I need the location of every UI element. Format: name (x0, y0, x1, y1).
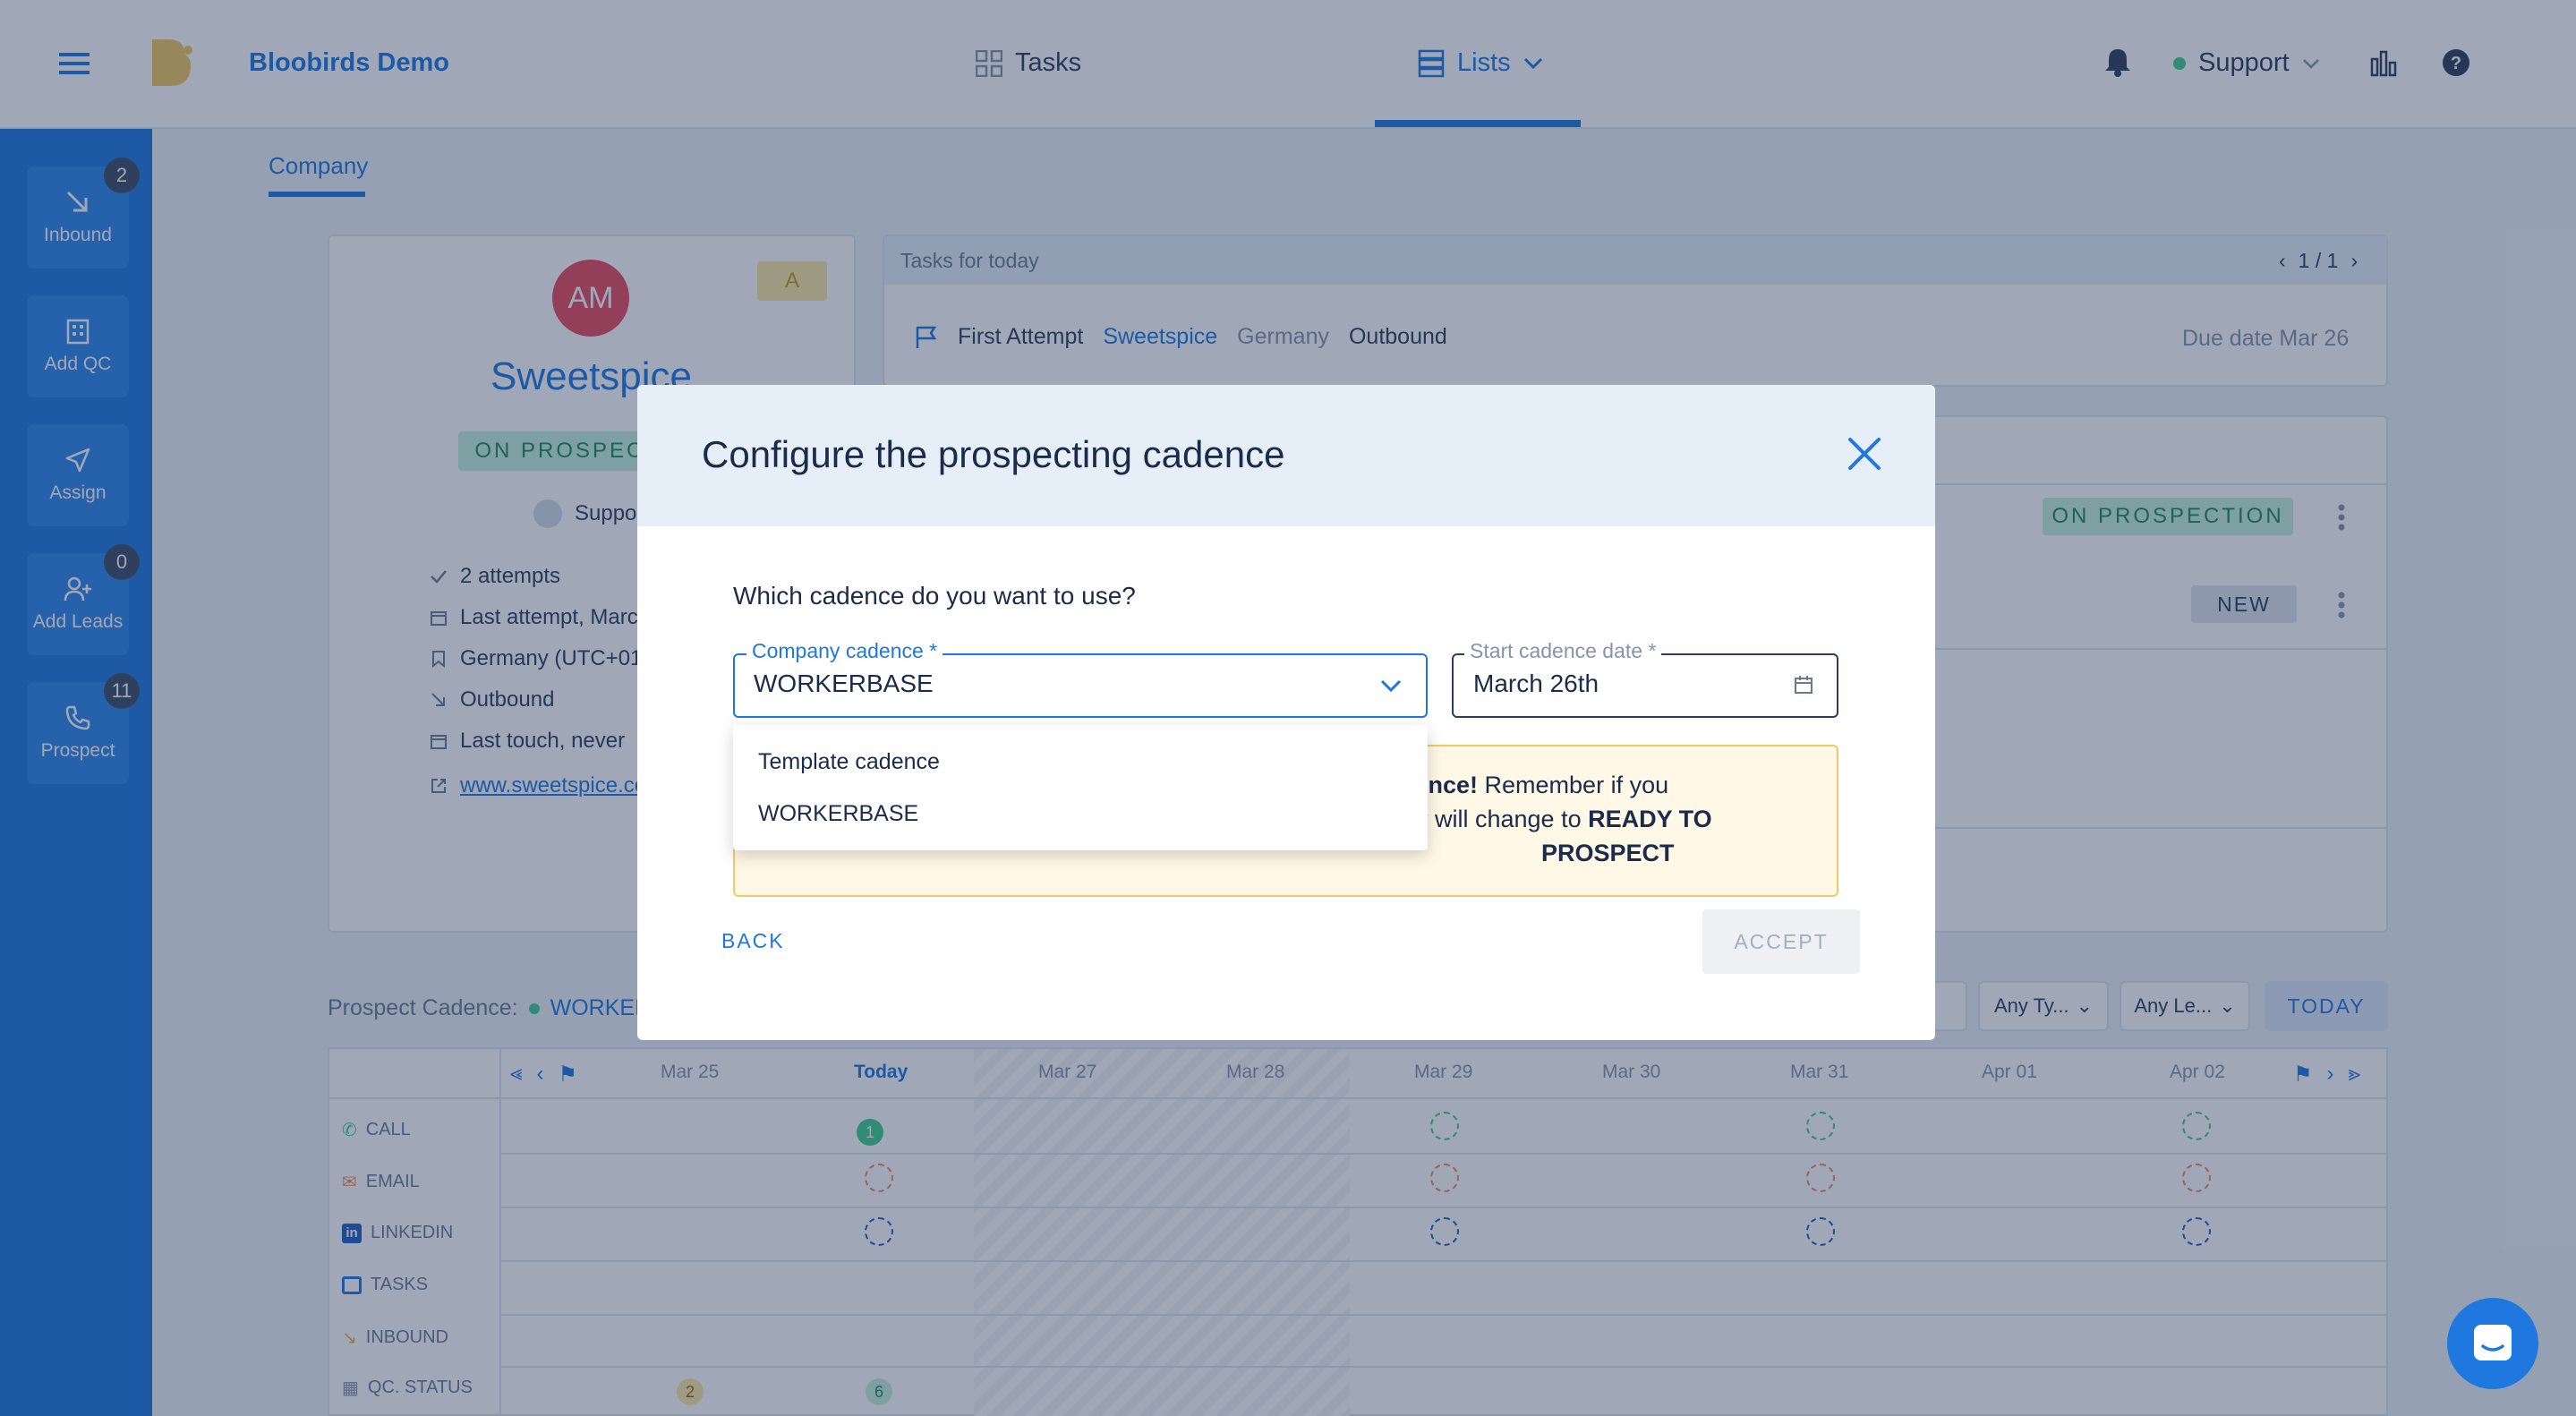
chat-icon (2470, 1321, 2515, 1366)
start-cadence-date-value: March 26th (1473, 670, 1599, 697)
chat-launcher-button[interactable] (2447, 1298, 2538, 1389)
back-button[interactable]: BACK (721, 929, 785, 953)
close-icon[interactable] (1847, 437, 1881, 471)
calendar-icon[interactable] (1794, 675, 1813, 695)
company-cadence-label: Company cadence * (746, 639, 943, 663)
company-cadence-value: WORKERBASE (754, 670, 934, 697)
notice-bold: READY TO (1588, 806, 1712, 832)
accept-button[interactable]: ACCEPT (1702, 909, 1860, 974)
notice-text-part: y will change to (1416, 806, 1589, 832)
cadence-question: Which cadence do you want to use? (733, 582, 1136, 610)
dropdown-option-workerbase[interactable]: WORKERBASE (733, 788, 1428, 840)
start-cadence-date-label: Start cadence date * (1464, 639, 1662, 663)
notice-text-part: Remember if you (1478, 772, 1669, 798)
cadence-dropdown-menu: Template cadence WORKERBASE (733, 725, 1428, 850)
dropdown-option-template-cadence[interactable]: Template cadence (733, 736, 1428, 788)
chevron-down-icon[interactable] (1380, 678, 1402, 693)
configure-cadence-modal: Configure the prospecting cadence Which … (637, 385, 1935, 1040)
modal-title: Configure the prospecting cadence (702, 433, 1285, 475)
notice-bold: PROSPECT (1541, 840, 1675, 866)
